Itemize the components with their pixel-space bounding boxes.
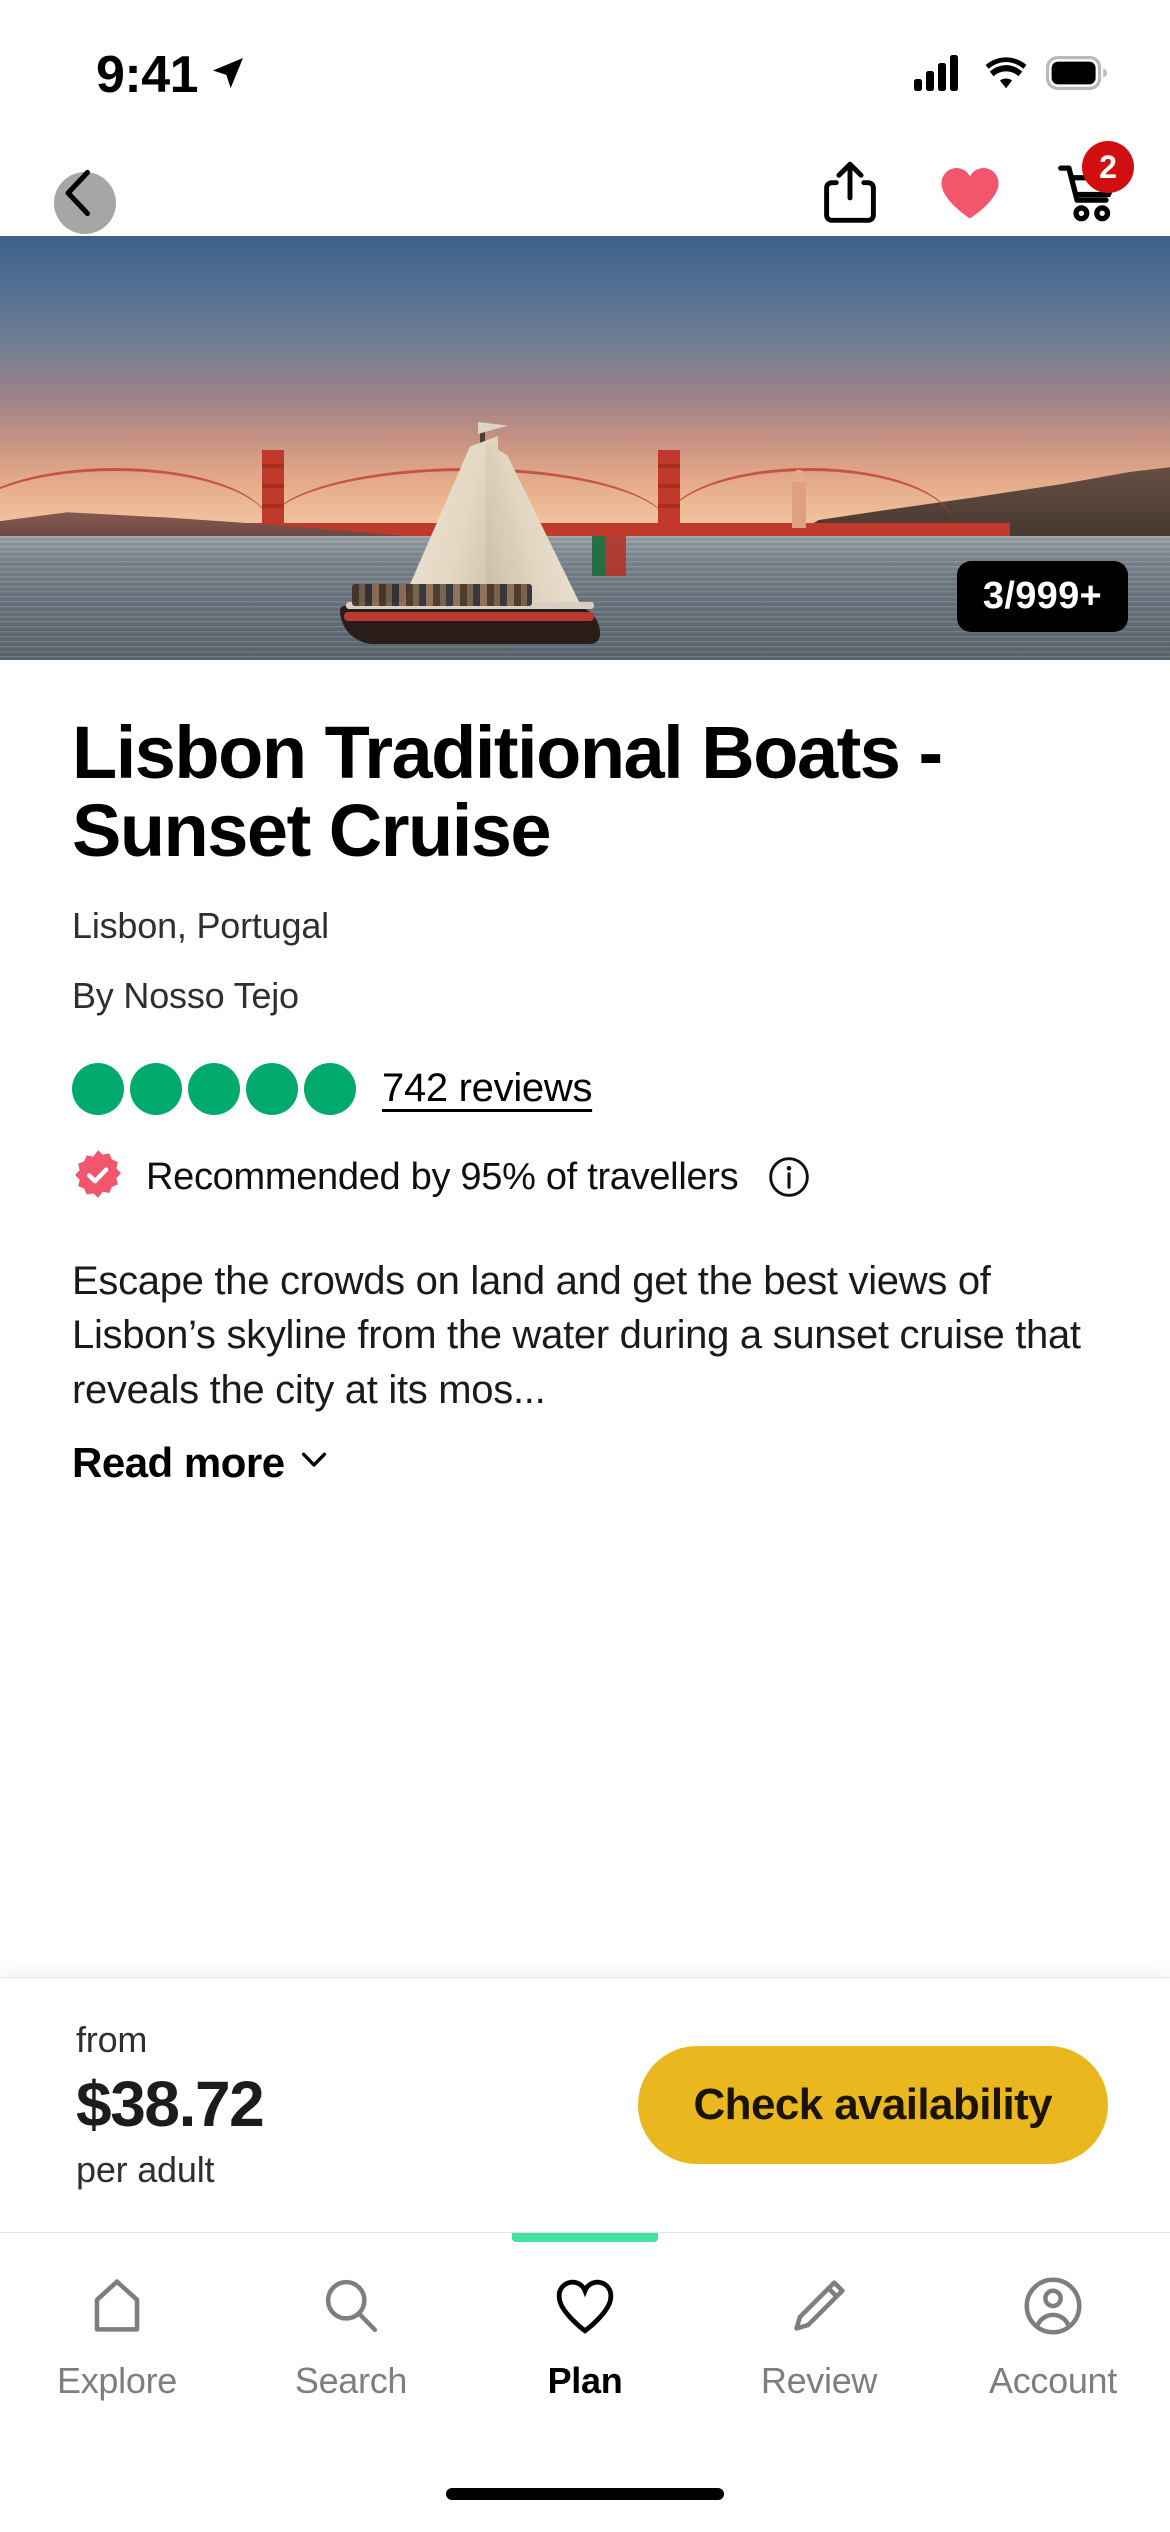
heart-icon [941, 168, 999, 219]
status-bar-right [914, 54, 1108, 96]
rating-bubble [130, 1062, 182, 1115]
rating-row: 742 reviews [72, 1062, 1098, 1115]
cellular-signal-icon [914, 54, 966, 96]
location-arrow-icon [208, 53, 248, 98]
rating-bubble [188, 1062, 240, 1115]
account-circle-icon [1022, 2275, 1084, 2342]
tab-explore[interactable]: Explore [0, 2233, 234, 2443]
cart-badge: 2 [1082, 141, 1134, 193]
favourite-button[interactable] [936, 157, 1004, 229]
recommended-text: Recommended by 95% of travellers [146, 1155, 739, 1198]
back-chevron-icon [65, 169, 90, 217]
check-availability-button[interactable]: Check availability [637, 2046, 1108, 2164]
active-tab-indicator [512, 2233, 658, 2242]
tab-review-label: Review [760, 2360, 878, 2401]
rating-bubble [246, 1062, 298, 1115]
read-more-label: Read more [72, 1439, 285, 1487]
info-icon[interactable] [768, 1156, 810, 1198]
portugal-flag [592, 536, 626, 576]
tab-plan[interactable]: Plan [468, 2233, 702, 2443]
back-button[interactable] [40, 154, 118, 234]
status-bar-left: 9:41 [96, 49, 248, 101]
product-details: Lisbon Traditional Boats - Sunset Cruise… [0, 660, 1170, 1487]
bridge-tower-right [658, 450, 680, 526]
status-bar: 9:41 [0, 0, 1170, 150]
product-description: Escape the crowds on land and get the be… [72, 1258, 1081, 1412]
tab-search[interactable]: Search [234, 2233, 468, 2443]
chevron-down-icon [297, 1439, 331, 1487]
product-provider: By Nosso Tejo [72, 974, 299, 1016]
tab-account[interactable]: Account [936, 2233, 1170, 2443]
home-indicator [446, 2488, 724, 2500]
tab-search-label: Search [294, 2360, 408, 2401]
price-from-label: from [76, 2019, 148, 2060]
price-block: from $38.72 per adult [76, 2019, 265, 2191]
navigation-actions: 2 [816, 141, 1134, 229]
page-title: Lisbon Traditional Boats - Sunset Cruise [72, 711, 943, 873]
tab-plan-label: Plan [547, 2360, 623, 2401]
tab-account-label: Account [989, 2360, 1117, 2401]
boat-passengers [352, 584, 532, 606]
tab-explore-label: Explore [57, 2360, 177, 2401]
product-location: Lisbon, Portugal [72, 904, 329, 946]
price-bar: from $38.72 per adult Check availability [0, 1977, 1170, 2232]
rating-bubble [72, 1062, 124, 1115]
image-counter-badge: 3/999+ [956, 561, 1128, 632]
bottom-tab-bar: Explore Search Plan Review Account [0, 2232, 1170, 2532]
boat-hull-stripe [344, 612, 594, 621]
rating-bubble [304, 1062, 356, 1115]
tab-review[interactable]: Review [702, 2233, 936, 2443]
cart-button[interactable]: 2 [1056, 141, 1134, 229]
rating-bubbles [72, 1062, 356, 1115]
share-icon [824, 161, 876, 223]
share-button[interactable] [816, 157, 884, 229]
bridge-tower-left [262, 450, 284, 526]
home-icon [86, 2275, 148, 2342]
navigation-bar: 2 [0, 141, 1170, 236]
search-icon [320, 2275, 382, 2342]
recommended-badge-icon [72, 1149, 124, 1206]
pencil-icon [788, 2275, 850, 2342]
monument-cristo-rei [792, 480, 806, 528]
read-more-button[interactable]: Read more [72, 1439, 1098, 1487]
recommended-row: Recommended by 95% of travellers [72, 1149, 1098, 1206]
wifi-icon [982, 55, 1030, 96]
hero-image-carousel[interactable]: 3/999+ [0, 236, 1170, 660]
battery-full-icon [1046, 55, 1108, 95]
reviews-link[interactable]: 742 reviews [382, 1066, 592, 1111]
price-unit-label: per adult [76, 2149, 215, 2190]
status-time: 9:41 [96, 46, 199, 104]
price-amount: $38.72 [76, 2068, 265, 2140]
heart-outline-icon [554, 2275, 616, 2342]
screen: 9:41 2 3/999+ Lisbon Traditional Boats -… [0, 0, 1170, 2532]
